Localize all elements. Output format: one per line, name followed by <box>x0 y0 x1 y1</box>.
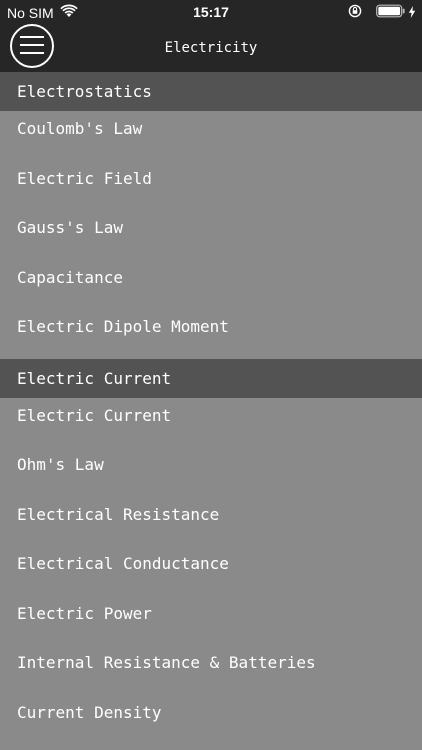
list-item[interactable]: Electric Dipole Moment <box>0 309 422 359</box>
list-item[interactable]: Internal Resistance & Batteries <box>0 645 422 695</box>
list-item[interactable]: Electrical Conductance <box>0 546 422 596</box>
section-electric-current-items: Electric Current Ohm's Law Electrical Re… <box>0 398 422 745</box>
page-title: Electricity <box>164 40 258 56</box>
topic-list: Electrostatics Coulomb's Law Electric Fi… <box>0 72 422 750</box>
section-header-electric-current: Electric Current <box>0 358 422 398</box>
list-item[interactable]: Electrical Resistance <box>0 497 422 547</box>
list-item[interactable]: Electric Power <box>0 596 422 646</box>
list-item[interactable]: Electric Field <box>0 161 422 211</box>
list-item[interactable]: Electric Current <box>0 398 422 448</box>
status-right <box>348 4 416 21</box>
orientation-lock-icon <box>348 4 362 21</box>
list-item[interactable]: Gauss's Law <box>0 210 422 260</box>
status-bar: No SIM 15:17 <box>0 0 422 24</box>
list-item[interactable]: Capacitance <box>0 260 422 310</box>
section-electrostatics-items: Coulomb's Law Electric Field Gauss's Law… <box>0 111 422 359</box>
list-item[interactable]: Current Density <box>0 695 422 745</box>
list-item[interactable]: Ohm's Law <box>0 447 422 497</box>
charging-bolt-icon <box>408 5 416 21</box>
battery-icon <box>376 4 406 21</box>
section-header-electrostatics: Electrostatics <box>0 72 422 111</box>
list-item[interactable]: Coulomb's Law <box>0 111 422 161</box>
menu-line <box>20 36 44 38</box>
nav-bar: Electricity <box>0 24 422 72</box>
